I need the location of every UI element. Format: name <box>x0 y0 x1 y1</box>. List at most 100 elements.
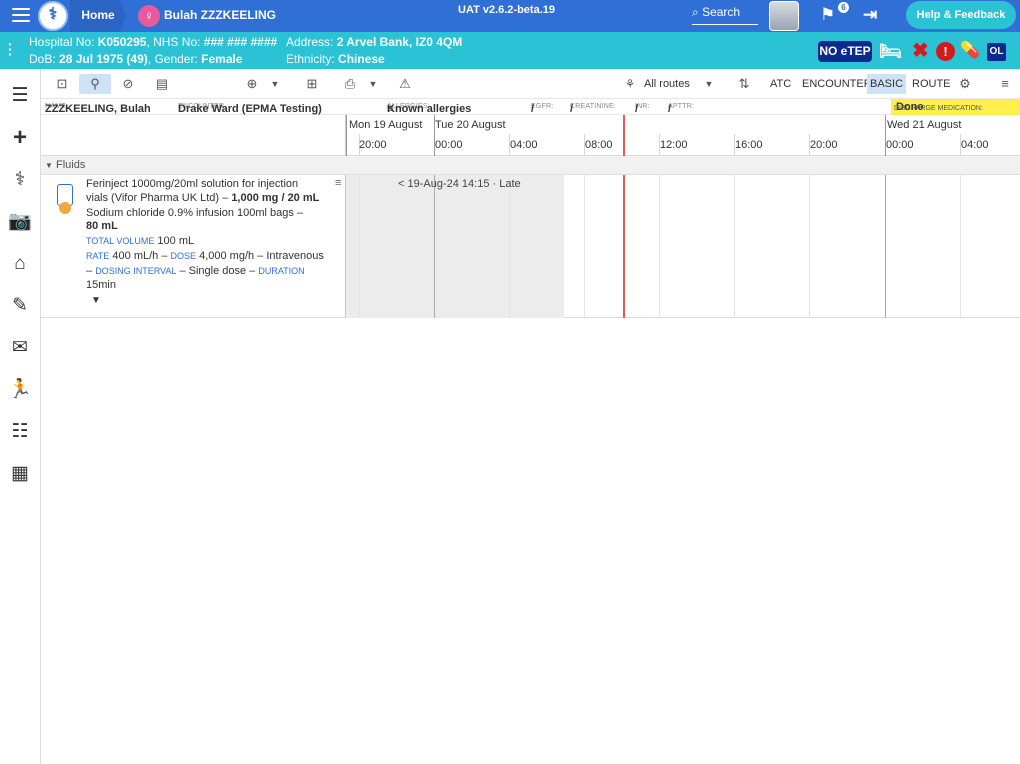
hour-label: 16:00 <box>735 139 763 151</box>
patient-address: Address: 2 Arvel Bank, IZ0 4QM <box>286 35 462 49</box>
administer-icon[interactable]: ⚲ <box>79 74 111 94</box>
print-icon[interactable]: ⎙ <box>339 74 361 94</box>
allergies-menu-icon[interactable]: ≡ <box>387 103 393 115</box>
dob-value: 28 Jul 1975 (49) <box>59 52 148 66</box>
expand-caret-icon[interactable]: ▼ <box>91 295 101 306</box>
hour-label: 12:00 <box>660 139 688 151</box>
timeline-spacer <box>41 115 346 156</box>
breadcrumb-patient[interactable]: ♀ Bulah ZZZKEELING <box>138 0 283 32</box>
app-logo[interactable]: ⚕ <box>38 1 68 31</box>
dosing-interval-line: – DOSING INTERVAL – Single dose – DURATI… <box>86 265 305 277</box>
routes-dropdown-icon[interactable]: ▼ <box>703 74 715 94</box>
alert-icon[interactable]: ! <box>936 42 955 61</box>
duration-value: 15min <box>86 279 116 291</box>
list-icon[interactable]: ☰ <box>6 83 34 109</box>
drug-line-2-text: vials (Vifor Pharma UK Ltd) – <box>86 192 229 204</box>
row-menu-icon[interactable]: ≡ <box>335 177 341 189</box>
mail-open-icon[interactable]: ✉ <box>6 335 34 361</box>
compass-icon[interactable]: ⊘ <box>119 74 137 94</box>
address-label: Address: <box>286 35 334 49</box>
hour-label: 04:00 <box>961 139 989 151</box>
hour-label: 04:00 <box>510 139 538 151</box>
add-medication-icon[interactable]: ⊕ <box>241 74 263 94</box>
bed-icon[interactable]: 🛏 <box>879 40 902 62</box>
inr-value: / <box>635 103 639 115</box>
camera-icon[interactable]: 📷 <box>6 209 34 235</box>
order-set-icon[interactable]: ⊞ <box>303 74 321 94</box>
warning-icon[interactable]: ⚠ <box>395 74 415 94</box>
hour-label: 20:00 <box>810 139 838 151</box>
capsule-icon[interactable]: 💊 <box>960 40 980 62</box>
no-etep-badge[interactable]: NO eTEP <box>818 41 872 62</box>
drug-line-2: vials (Vifor Pharma UK Ltd) – 1,000 mg /… <box>86 192 319 204</box>
day-label: Tue 20 August <box>435 119 506 131</box>
hour-label: 20:00 <box>359 139 387 151</box>
grid-line <box>734 175 735 318</box>
group-header-fluids[interactable]: ▼ Fluids <box>41 156 1020 175</box>
grid-day-line <box>885 175 886 318</box>
chart-toolbar: ⊡ ⚲ ⊘ ▤ ⊕ ▼ ⊞ ⎙ ▼ ⚠ ⚘ All routes ▼ ⇅ ATC… <box>41 69 1020 99</box>
route-button[interactable]: ROUTE <box>909 74 954 94</box>
more-vertical-icon[interactable]: · · · <box>8 37 13 61</box>
logout-icon[interactable]: ⇥ <box>863 5 877 25</box>
nhs-no-label: NHS No: <box>153 35 201 49</box>
late-dose-marker[interactable]: < 19-Aug-24 14:15 · Late <box>398 178 521 190</box>
address-value: 2 Arvel Bank, IZ0 4QM <box>336 35 463 49</box>
hour-label: 00:00 <box>886 139 914 151</box>
user-avatar[interactable] <box>769 1 799 31</box>
stethoscope-icon[interactable]: ⚕ <box>6 167 34 193</box>
dosing-interval-value: – Single dose – <box>179 265 256 277</box>
grid-line <box>584 175 585 318</box>
discharge-medication-status[interactable]: DISCHARGE MEDICATION: Done <box>891 99 1020 115</box>
menu-icon[interactable] <box>12 8 30 24</box>
patient-line-2: DoB: 28 Jul 1975 (49), Gender: Female <box>29 52 243 66</box>
patient-name: Bulah ZZZKEELING <box>164 8 276 22</box>
layout-icon[interactable]: ⚙ <box>955 74 975 94</box>
dob-label: DoB: <box>29 52 56 66</box>
ethnicity-label: Ethnicity: <box>286 52 335 66</box>
duration-label: DURATION <box>258 266 305 276</box>
patient-ethnicity: Ethnicity: Chinese <box>286 52 385 66</box>
checklist-icon[interactable]: ☷ <box>6 419 34 445</box>
prescription-details[interactable]: ≡ Ferinject 1000mg/20ml solution for inj… <box>41 175 346 318</box>
search-button[interactable]: ⌕ Search <box>692 4 758 25</box>
flag-icon[interactable]: ⚑ <box>820 5 835 25</box>
document-icon[interactable]: ▤ <box>153 74 171 94</box>
ol-badge[interactable]: OL <box>987 43 1006 61</box>
timeline-header: Mon 19 August Tue 20 August Wed 21 Augus… <box>41 115 1020 156</box>
menu-lines-icon[interactable]: ≡ <box>995 74 1015 94</box>
top-bar: ⚕ Home ♀ Bulah ZZZKEELING UAT v2.6.2-beta… <box>0 0 1020 32</box>
breadcrumb-home[interactable]: Home <box>70 0 126 32</box>
current-time-line <box>623 115 625 156</box>
total-volume-line: TOTAL VOLUME 100 mL <box>86 235 194 247</box>
prescription-row[interactable]: < 19-Aug-24 14:15 · Late ≡ Ferinject 100… <box>41 175 1020 318</box>
rate-value: 400 mL/h – <box>112 250 168 262</box>
diluent-volume: 80 mL <box>86 220 118 232</box>
discharge-run-icon[interactable]: 🏃 <box>6 377 34 403</box>
grid-day-line <box>434 175 435 318</box>
total-volume-label: TOTAL VOLUME <box>86 236 155 246</box>
grid-line <box>509 175 510 318</box>
help-feedback-button[interactable]: Help & Feedback <box>906 1 1016 29</box>
sort-icon[interactable]: ⇅ <box>735 74 753 94</box>
collapse-caret-icon[interactable]: ▼ <box>45 161 53 170</box>
egfr-label: EGFR: <box>531 103 554 110</box>
basic-button[interactable]: BASIC <box>867 74 907 94</box>
view-icon[interactable]: ⊡ <box>53 74 71 94</box>
add-medication-dropdown-icon[interactable]: ▼ <box>269 74 281 94</box>
chart-board-icon[interactable]: ▦ <box>6 461 34 487</box>
home-health-icon[interactable]: ⌂ <box>6 251 34 277</box>
allergies-value[interactable]: Known allergies <box>387 103 471 115</box>
dose-value: 4,000 mg/h – Intravenous <box>199 250 324 262</box>
current-time-line <box>623 175 625 318</box>
close-x-icon[interactable]: ✖ <box>912 40 929 62</box>
dash-text: – <box>86 265 93 277</box>
atc-button[interactable]: ATC <box>767 74 794 94</box>
routes-select[interactable]: All routes <box>641 74 693 94</box>
edit-document-icon[interactable]: ✎ <box>6 293 34 319</box>
add-icon[interactable]: + <box>6 125 34 151</box>
dosing-interval-label: DOSING INTERVAL <box>95 266 177 276</box>
total-volume-value: 100 mL <box>157 235 195 247</box>
encounter-button[interactable]: ENCOUNTER <box>799 74 875 94</box>
print-dropdown-icon[interactable]: ▼ <box>367 74 379 94</box>
